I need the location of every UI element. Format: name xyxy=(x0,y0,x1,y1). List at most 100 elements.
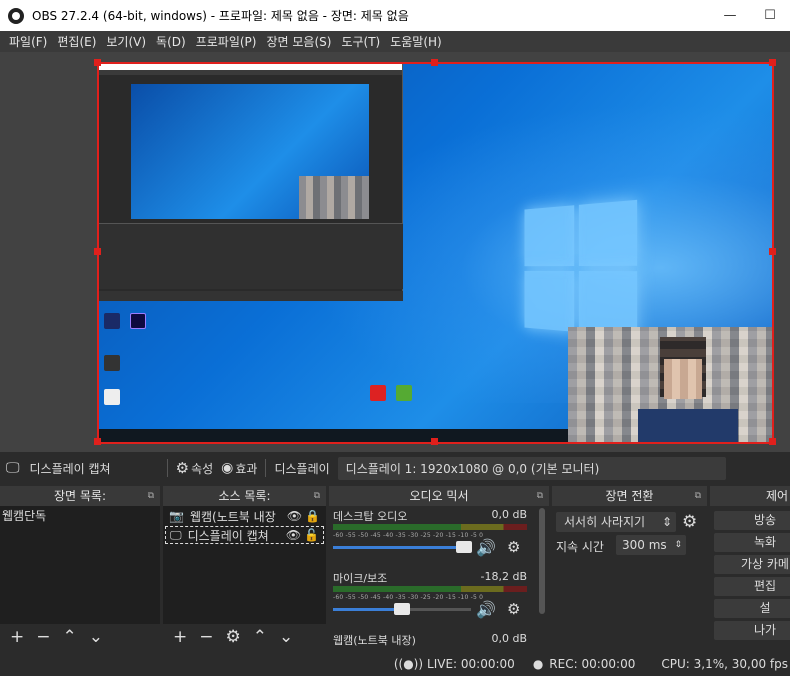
volume-meter xyxy=(333,586,527,592)
context-source-name: 디스플레이 캡쳐 xyxy=(29,461,111,476)
gear-icon[interactable]: ⚙ xyxy=(682,512,697,532)
filters-button[interactable]: ◉ 효과 xyxy=(221,460,257,477)
exit-button[interactable]: 나가 xyxy=(714,621,790,640)
scenes-dock: 장면 목록: ⧉ 웹캠단독 + − ⌃ ⌄ xyxy=(0,486,160,650)
move-up-icon[interactable]: ⌃ xyxy=(63,627,77,647)
move-down-icon[interactable]: ⌄ xyxy=(279,627,293,647)
minimize-button[interactable]: — xyxy=(710,8,750,23)
menu-help[interactable]: 도움말(H) xyxy=(390,33,442,50)
display-select[interactable]: 디스플레이 1: 1920x1080 @ 0,0 (기본 모니터) xyxy=(337,456,726,480)
mixer-header: 오디오 믹서 xyxy=(409,489,469,503)
resize-handle[interactable] xyxy=(769,248,776,255)
live-icon: ((●)) xyxy=(393,656,424,671)
float-icon[interactable]: ⧉ xyxy=(537,486,543,506)
menu-file[interactable]: 파일(F) xyxy=(9,33,47,50)
move-up-icon[interactable]: ⌃ xyxy=(253,627,267,647)
move-down-icon[interactable]: ⌄ xyxy=(89,627,103,647)
live-time: LIVE: 00:00:00 xyxy=(427,656,515,671)
gear-icon[interactable]: ⚙ xyxy=(226,627,241,647)
obs-logo-icon xyxy=(8,7,24,24)
source-item[interactable]: 📷 웹캠(노트북 내장 👁 🔒 xyxy=(165,507,324,525)
menu-docks[interactable]: 독(D) xyxy=(156,33,186,50)
transitions-dock: 장면 전환 ⧉ 서서히 사라지기 ⇕ ⚙ 지속 시간 300 ms ⇕ xyxy=(552,486,707,650)
menu-view[interactable]: 보기(V) xyxy=(106,33,146,50)
resize-handle[interactable] xyxy=(431,59,438,66)
speaker-icon[interactable]: 🔊 xyxy=(476,600,496,619)
sources-dock: 소스 목록: ⧉ 📷 웹캠(노트북 내장 👁 🔒 🖵 디스플레이 캡쳐 👁 🔓 + − ⚙… xyxy=(163,486,326,650)
volume-meter xyxy=(333,524,527,530)
source-label: 디스플레이 캡쳐 xyxy=(187,528,269,543)
properties-label: 속성 xyxy=(191,461,214,476)
properties-button[interactable]: ⚙ 속성 xyxy=(176,459,214,477)
mixer-track: 데스크탑 오디오 0,0 dB -60 -55 -50 -45 -40 -35 … xyxy=(329,506,539,568)
camera-icon: 📷 xyxy=(169,509,184,523)
menu-tools[interactable]: 도구(T) xyxy=(341,33,380,50)
start-recording-button[interactable]: 녹화 xyxy=(714,533,790,552)
source-item[interactable]: 🖵 디스플레이 캡쳐 👁 🔓 xyxy=(165,526,324,544)
slider-knob[interactable] xyxy=(394,603,410,615)
lock-icon[interactable]: 🔓 xyxy=(304,528,319,542)
duration-field[interactable]: 300 ms ⇕ xyxy=(616,535,686,555)
resize-handle[interactable] xyxy=(94,438,101,445)
status-bar: ((●)) LIVE: 00:00:00 ● REC: 00:00:00 CPU… xyxy=(0,651,790,676)
gear-icon[interactable]: ⚙ xyxy=(507,600,520,618)
eye-icon[interactable]: 👁 xyxy=(286,528,301,542)
resize-handle[interactable] xyxy=(769,59,776,66)
scene-item[interactable]: 웹캠단독 xyxy=(0,506,160,524)
eye-icon[interactable]: 👁 xyxy=(287,509,302,523)
gear-icon[interactable]: ⚙ xyxy=(507,538,520,556)
source-selection-box[interactable] xyxy=(97,62,774,444)
source-info: 🖵 디스플레이 캡쳐 xyxy=(6,460,111,477)
source-label: 웹캠(노트북 내장 xyxy=(189,509,276,524)
volume-slider[interactable] xyxy=(333,541,472,553)
monitor-icon: 🖵 xyxy=(170,527,182,542)
remove-icon[interactable]: − xyxy=(36,627,50,647)
virtual-camera-button[interactable]: 가상 카메 xyxy=(714,555,790,574)
mixer-scrollbar[interactable] xyxy=(539,508,545,614)
duration-label: 지속 시간 xyxy=(556,540,604,554)
volume-slider[interactable] xyxy=(333,603,471,615)
track-db: 0,0 dB xyxy=(491,508,527,521)
track-db: 0,0 dB xyxy=(491,632,527,645)
remove-icon[interactable]: − xyxy=(199,627,213,647)
track-name: 데스크탑 오디오 xyxy=(333,510,408,523)
resize-handle[interactable] xyxy=(431,438,438,445)
float-icon[interactable]: ⧉ xyxy=(148,486,154,506)
add-icon[interactable]: + xyxy=(173,627,187,647)
cpu-fps: CPU: 3,1%, 30,00 fps xyxy=(661,656,788,671)
maximize-button[interactable]: ☐ xyxy=(750,8,790,23)
controls-header: 제어 xyxy=(766,489,789,503)
gear-icon: ⚙ xyxy=(175,459,190,477)
transitions-header: 장면 전환 xyxy=(605,489,654,503)
menu-bar: 파일(F) 편집(E) 보기(V) 독(D) 프로파일(P) 장면 모음(S) … xyxy=(0,31,790,52)
chevron-updown-icon: ⇕ xyxy=(661,515,672,529)
rec-icon: ● xyxy=(532,656,544,671)
context-bar: 🖵 디스플레이 캡쳐 ⚙ 속성 ◉ 효과 디스플레이 디스플레이 1: 1920… xyxy=(0,455,790,481)
add-icon[interactable]: + xyxy=(10,627,24,647)
studio-mode-button[interactable]: 편집 xyxy=(714,577,790,596)
controls-dock: 제어 방송 녹화 가상 카메 편집 설 나가 xyxy=(710,486,790,650)
speaker-icon[interactable]: 🔊 xyxy=(476,538,496,557)
rec-time: REC: 00:00:00 xyxy=(549,656,636,671)
filter-icon: ◉ xyxy=(221,460,234,476)
start-streaming-button[interactable]: 방송 xyxy=(714,511,790,530)
stepper-icon[interactable]: ⇕ xyxy=(674,535,682,555)
resize-handle[interactable] xyxy=(94,59,101,66)
menu-profile[interactable]: 프로파일(P) xyxy=(196,33,257,50)
menu-edit[interactable]: 편집(E) xyxy=(57,33,96,50)
resize-handle[interactable] xyxy=(94,248,101,255)
float-icon[interactable]: ⧉ xyxy=(695,486,701,506)
slider-knob[interactable] xyxy=(456,541,472,553)
mixer-track: 마이크/보조 -18,2 dB -60 -55 -50 -45 -40 -35 … xyxy=(329,568,539,630)
float-icon[interactable]: ⧉ xyxy=(314,486,320,506)
meter-scale: -60 -55 -50 -45 -40 -35 -30 -25 -20 -15 … xyxy=(333,532,484,539)
mixer-track: 웹캠(노트북 내장) 0,0 dB xyxy=(329,630,539,650)
transition-select[interactable]: 서서히 사라지기 ⇕ xyxy=(556,512,676,532)
resize-handle[interactable] xyxy=(769,438,776,445)
lock-icon[interactable]: 🔒 xyxy=(305,509,320,523)
title-bar: OBS 27.2.4 (64-bit, windows) - 프로파일: 제목 … xyxy=(0,0,790,31)
preview-area[interactable] xyxy=(0,52,790,452)
menu-scene-collection[interactable]: 장면 모음(S) xyxy=(266,33,331,50)
audio-mixer-dock: 오디오 믹서 ⧉ 데스크탑 오디오 0,0 dB -60 -55 -50 -45 … xyxy=(329,486,549,650)
settings-button[interactable]: 설 xyxy=(714,599,790,618)
